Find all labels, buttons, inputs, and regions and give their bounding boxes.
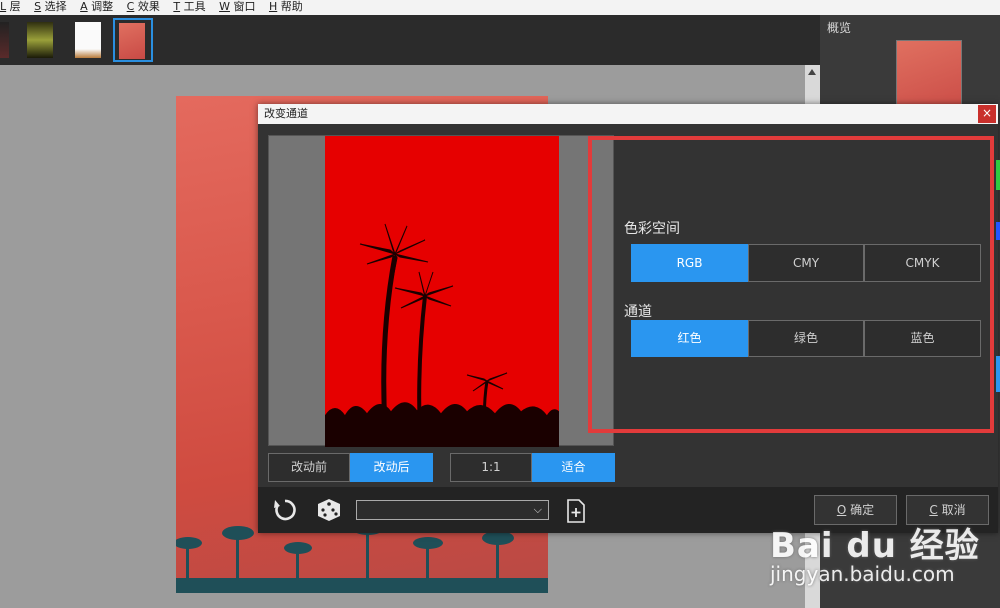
scroll-up-icon[interactable]: [808, 69, 816, 75]
menu-layer[interactable]: L 层: [0, 0, 21, 14]
watermark-url: jingyan.baidu.com: [770, 562, 955, 586]
change-channel-dialog: 改变通道 × 改动前 改动后 1:1 适合 色彩空间 RGB CMY CMYK …: [258, 104, 998, 533]
zoom-1to1-button[interactable]: 1:1: [450, 453, 532, 482]
color-space-rgb-button[interactable]: RGB: [631, 244, 748, 282]
preview-pane: [268, 135, 614, 447]
zoom-fit-button[interactable]: 适合: [532, 453, 615, 482]
color-space-cmyk-button[interactable]: CMYK: [864, 244, 981, 282]
after-button[interactable]: 改动后: [350, 453, 433, 482]
dialog-title-bar: 改变通道 ×: [258, 104, 998, 124]
preview-image: [325, 136, 559, 447]
color-space-cmy-button[interactable]: CMY: [748, 244, 864, 282]
menu-window[interactable]: W 窗口: [219, 0, 255, 14]
overview-title: 概览: [827, 21, 852, 35]
image-thumbnail-strip: [0, 15, 820, 65]
channel-green-button[interactable]: 绿色: [748, 320, 864, 357]
image-thumbnail[interactable]: [0, 18, 18, 62]
menu-tools[interactable]: T 工具: [173, 0, 205, 14]
dialog-title: 改变通道: [264, 107, 308, 120]
settings-panel: 色彩空间 RGB CMY CMYK 通道 红色 绿色 蓝色: [614, 135, 992, 446]
baidu-watermark: Bai du 经验 jingyan.baidu.com: [770, 518, 1000, 608]
channel-red-button[interactable]: 红色: [631, 320, 748, 357]
watermark-brand: Bai du 经验: [770, 526, 980, 566]
side-color-strip: [996, 356, 1000, 392]
color-space-label: 色彩空间: [624, 221, 680, 237]
image-thumbnail[interactable]: [22, 18, 62, 62]
image-thumbnail-selected[interactable]: [113, 18, 153, 62]
preview-palm-silhouettes: [325, 223, 559, 447]
menu-select[interactable]: S 选择: [34, 0, 66, 14]
before-button[interactable]: 改动前: [268, 453, 350, 482]
side-color-strip: [996, 160, 1000, 190]
save-preset-icon[interactable]: [566, 499, 586, 523]
menu-help[interactable]: H 帮助: [269, 0, 303, 14]
menu-adjust[interactable]: A 调整: [80, 0, 113, 14]
close-icon[interactable]: ×: [978, 105, 996, 123]
channel-label: 通道: [624, 304, 652, 320]
menu-bar: L 层 S 选择 A 调整 C 效果 T 工具 W 窗口 H 帮助: [0, 0, 1000, 15]
menu-effects[interactable]: C 效果: [127, 0, 160, 14]
side-color-strip: [996, 222, 1000, 240]
preset-dropdown[interactable]: ⌵: [356, 500, 549, 520]
reset-icon[interactable]: [272, 497, 298, 523]
channel-blue-button[interactable]: 蓝色: [864, 320, 981, 357]
dice-icon[interactable]: [316, 497, 342, 523]
chevron-down-icon: ⌵: [533, 503, 542, 516]
image-thumbnail[interactable]: [70, 18, 110, 62]
